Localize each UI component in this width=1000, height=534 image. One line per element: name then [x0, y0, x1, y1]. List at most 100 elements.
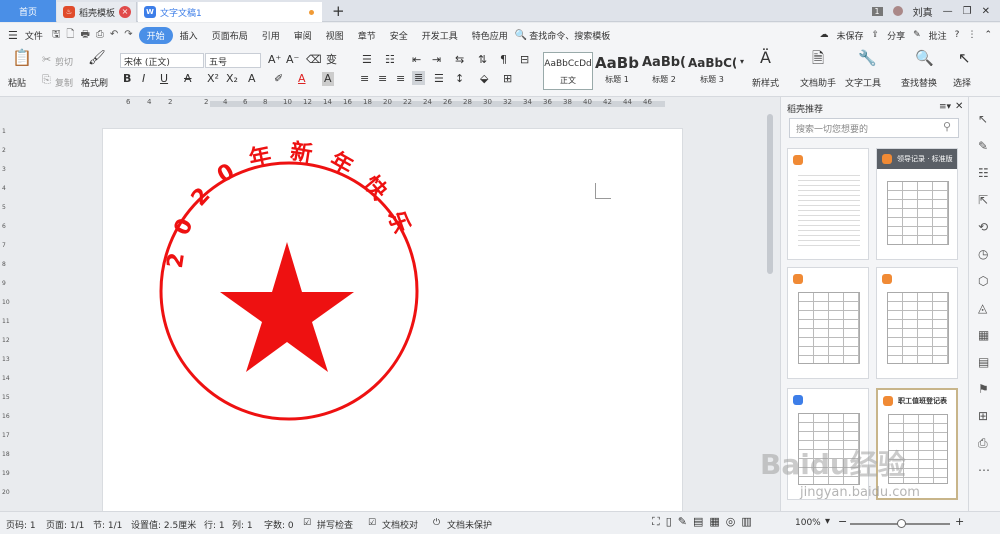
- find-replace-button[interactable]: 查找替换: [901, 76, 937, 89]
- document-scroll-thumb[interactable]: [767, 114, 773, 274]
- align-right-icon[interactable]: ≡: [396, 72, 405, 86]
- tab-document[interactable]: W 文字文稿1: [138, 2, 322, 22]
- close-tab-icon[interactable]: ×: [119, 6, 131, 18]
- protect-button[interactable]: 文档未保护: [447, 518, 492, 531]
- select-icon[interactable]: ↖: [958, 51, 971, 66]
- proof-icon[interactable]: ☑: [368, 518, 376, 528]
- chart-icon[interactable]: ⚑: [978, 382, 989, 396]
- minimize-icon[interactable]: —: [943, 6, 953, 17]
- close-window-icon[interactable]: ✕: [982, 6, 990, 17]
- history-icon[interactable]: ⟲: [978, 220, 988, 234]
- more-tools-icon[interactable]: ⋯: [978, 463, 990, 477]
- style-heading2[interactable]: AaBb( 标题 2: [641, 52, 687, 90]
- paste-button[interactable]: 粘贴: [8, 76, 26, 89]
- apps-icon[interactable]: ⊞: [978, 409, 988, 423]
- menu-insert[interactable]: 插入: [173, 29, 205, 42]
- styles-more-icon[interactable]: ▾: [740, 55, 744, 69]
- distribute-icon[interactable]: ☰: [434, 72, 444, 86]
- template-thumb-2[interactable]: 领导记录 · 标准版: [876, 148, 958, 260]
- decrease-indent-icon[interactable]: ⇤: [412, 53, 421, 67]
- superscript-icon[interactable]: X²: [207, 72, 219, 86]
- spellcheck-button[interactable]: 拼写检查: [317, 518, 353, 531]
- menu-developer[interactable]: 开发工具: [415, 29, 465, 42]
- menu-features[interactable]: 特色应用: [465, 29, 515, 42]
- font-size-select[interactable]: 五号: [205, 53, 261, 68]
- new-tab-button[interactable]: +: [332, 2, 345, 20]
- show-marks-icon[interactable]: ¶: [500, 53, 507, 67]
- new-style-icon[interactable]: Ä: [760, 50, 771, 66]
- char-shading-icon[interactable]: A: [322, 72, 334, 86]
- panel-close-icon[interactable]: ✕: [955, 101, 963, 112]
- style-normal[interactable]: AaBbCcDd 正文: [543, 52, 593, 90]
- format-painter-icon[interactable]: 🖌: [88, 51, 106, 65]
- view-mode-icons[interactable]: ⛶▯✎▤▦◎▥: [652, 515, 758, 529]
- increase-indent-icon[interactable]: ⇥: [432, 53, 441, 67]
- align-center-icon[interactable]: ≡: [378, 72, 387, 86]
- collapse-ribbon-icon[interactable]: ⌃: [984, 30, 992, 40]
- find-replace-icon[interactable]: 🔍: [915, 51, 934, 66]
- clear-format-icon[interactable]: ⌫: [306, 53, 322, 67]
- panel-title[interactable]: 稻壳推荐: [787, 102, 823, 115]
- align-left-icon[interactable]: ≡: [360, 72, 369, 86]
- quick-access-icons[interactable]: 🖫🗋🖶⎙↶↷: [52, 27, 139, 44]
- menu-review[interactable]: 审阅: [287, 29, 319, 42]
- share-button[interactable]: 分享: [887, 29, 905, 42]
- cut-button[interactable]: 剪切: [55, 55, 73, 68]
- protect-icon[interactable]: ⏻: [433, 518, 440, 528]
- subscript-icon[interactable]: X₂: [226, 72, 238, 86]
- zoom-level[interactable]: 100%: [795, 518, 821, 528]
- menu-security[interactable]: 安全: [383, 29, 415, 42]
- text-tools-icon[interactable]: 🔧: [858, 51, 877, 66]
- hamburger-icon[interactable]: ☰: [8, 29, 18, 42]
- bold-icon[interactable]: B: [123, 72, 131, 86]
- fill-icon[interactable]: ⬙: [480, 72, 488, 86]
- annotate-button[interactable]: 批注: [929, 29, 947, 42]
- restore-icon[interactable]: ❐: [963, 6, 972, 17]
- menu-chapter[interactable]: 章节: [351, 29, 383, 42]
- template-thumb-4[interactable]: [876, 267, 958, 379]
- menu-reference[interactable]: 引用: [255, 29, 287, 42]
- grow-font-icon[interactable]: A⁺: [268, 53, 281, 67]
- bullets-icon[interactable]: ☰: [362, 53, 372, 67]
- select-button[interactable]: 选择: [953, 76, 971, 89]
- copy-button[interactable]: 复制: [55, 76, 73, 89]
- border-icon[interactable]: ⊞: [503, 72, 512, 86]
- pen-icon[interactable]: ✎: [978, 139, 988, 153]
- numbering-icon[interactable]: ☷: [385, 53, 395, 67]
- drop-icon[interactable]: ◬: [978, 301, 987, 315]
- underline-icon[interactable]: U: [160, 72, 168, 86]
- panel-menu-icon[interactable]: ≡▾: [939, 102, 951, 112]
- text-tools-button[interactable]: 文字工具: [845, 76, 881, 89]
- panel-search-icon[interactable]: ⚲: [943, 120, 951, 133]
- zoom-plus-icon[interactable]: +: [955, 515, 964, 528]
- table-icon[interactable]: ▦: [978, 328, 989, 342]
- document-page[interactable]: 2020年新年快乐: [102, 128, 683, 512]
- sliders-icon[interactable]: ☷: [978, 166, 989, 180]
- zoom-slider-handle[interactable]: [897, 519, 906, 528]
- menu-file[interactable]: 文件: [18, 29, 50, 42]
- chinese-layout-icon[interactable]: ⇆: [455, 53, 464, 67]
- menu-start[interactable]: 开始: [138, 26, 173, 44]
- spellcheck-icon[interactable]: ☑: [303, 518, 311, 528]
- shrink-font-icon[interactable]: A⁻: [286, 53, 299, 67]
- justify-icon[interactable]: ≣: [412, 71, 426, 85]
- export-icon[interactable]: ⇱: [978, 193, 988, 207]
- italic-icon[interactable]: I: [142, 72, 145, 86]
- user-name[interactable]: 刘真: [913, 4, 933, 19]
- clock-icon[interactable]: ◷: [978, 247, 988, 261]
- tab-template[interactable]: ♨ 稻壳模板 ×: [57, 2, 137, 22]
- unsaved-status[interactable]: 未保存: [837, 29, 864, 42]
- font-color-icon[interactable]: A: [298, 72, 306, 86]
- text-effect-icon[interactable]: A: [248, 72, 256, 86]
- tab-home[interactable]: 首页: [0, 0, 56, 22]
- template-thumb-1[interactable]: [787, 148, 869, 260]
- window-count-badge[interactable]: 1: [871, 6, 883, 16]
- doc-helper-button[interactable]: 文档助手: [800, 76, 836, 89]
- status-pages[interactable]: 页面: 1/1: [46, 518, 84, 531]
- style-heading3[interactable]: AaBbC( 标题 3: [688, 52, 736, 90]
- line-spacing-icon[interactable]: ↕: [455, 72, 464, 86]
- help-button[interactable]: ?: [955, 30, 960, 40]
- template-thumb-3[interactable]: [787, 267, 869, 379]
- menu-layout[interactable]: 页面布局: [205, 29, 255, 42]
- proof-button[interactable]: 文档校对: [382, 518, 418, 531]
